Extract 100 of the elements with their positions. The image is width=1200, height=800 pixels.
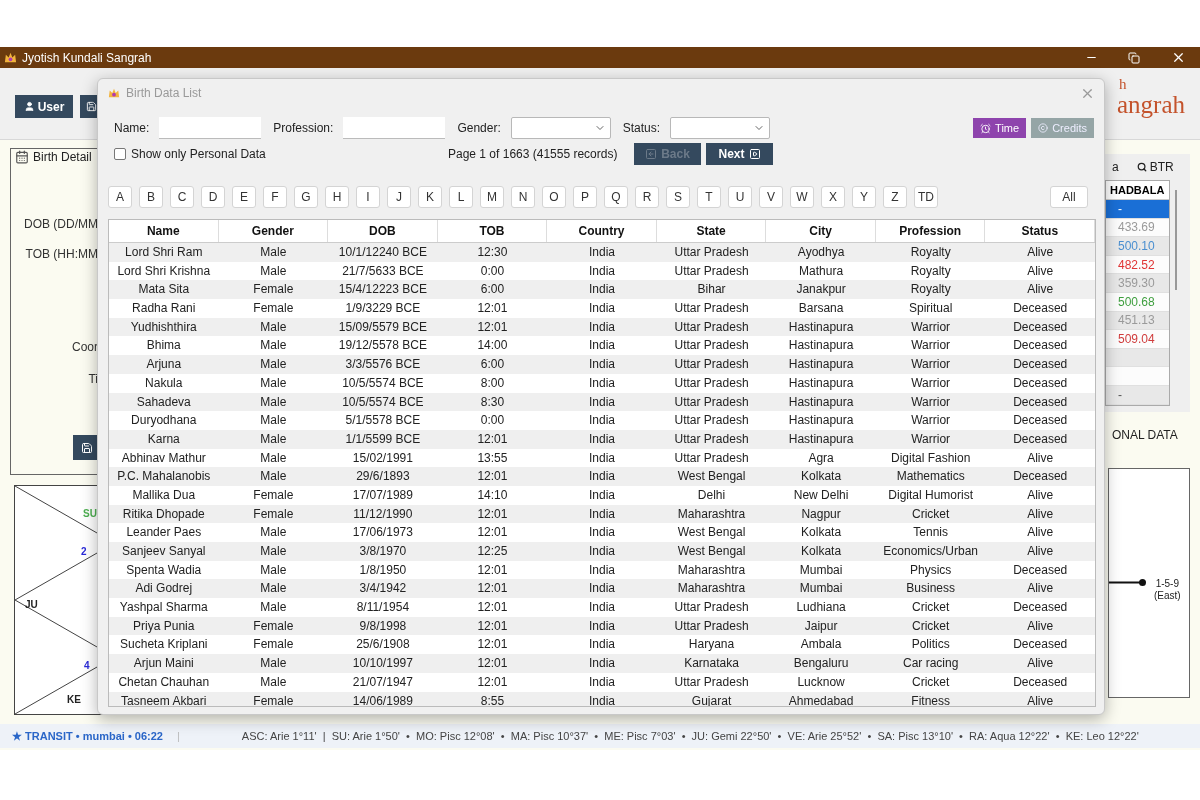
letter-filter-button[interactable]: Y xyxy=(852,186,876,208)
tab[interactable]: BTR xyxy=(1136,158,1174,176)
column-header[interactable]: Profession xyxy=(875,220,986,242)
table-cell-text: Arjun Maini xyxy=(132,655,195,673)
letter-filter-button[interactable]: U xyxy=(728,186,752,208)
table-cell-text: Uttar Pradesh xyxy=(673,412,750,430)
column-header[interactable]: Country xyxy=(547,220,657,242)
table-cell-text: Male xyxy=(259,561,288,579)
column-header[interactable]: TOB xyxy=(437,220,548,242)
logo-text: h xyxy=(1118,76,1127,92)
table-cell-text: 8:55 xyxy=(479,692,506,706)
letter-filter-button[interactable]: A xyxy=(108,186,132,208)
checkbox-label: Show only Personal Data xyxy=(131,146,266,163)
letter-filter-button[interactable]: I xyxy=(356,186,380,208)
checkbox[interactable] xyxy=(114,148,126,160)
letter-filter-button[interactable]: G xyxy=(294,186,318,208)
table-cell-text: Lord Shri Ram xyxy=(124,244,204,261)
letter-filter-button[interactable]: Z xyxy=(883,186,907,208)
save-icon xyxy=(86,101,97,112)
table-cell-text: India xyxy=(587,692,616,706)
letter-filter-button[interactable]: P xyxy=(573,186,597,208)
table-cell-text: Alive xyxy=(1026,505,1055,523)
table-cell-text: Deceased xyxy=(1012,300,1069,318)
letter-filter-button[interactable]: F xyxy=(263,186,287,208)
table-cell-text: Radha Rani xyxy=(131,300,197,318)
letter-filter-button[interactable]: D xyxy=(201,186,225,208)
table-cell-text: 21/7/5633 BCE xyxy=(341,262,425,280)
table-cell-text: 12:01 xyxy=(476,318,509,336)
table-cell-text: Uttar Pradesh xyxy=(673,449,750,467)
table-cell-text: 12:01 xyxy=(476,300,509,318)
table-cell-text: Male xyxy=(259,430,288,448)
table-cell-text: 17/07/1989 xyxy=(351,486,414,504)
all-button[interactable]: All xyxy=(1050,186,1088,208)
table-cell-text: Mathura xyxy=(798,262,845,280)
copyright-icon xyxy=(1038,123,1049,133)
table-cell-text: Lucknow xyxy=(796,673,846,691)
letter-filter-button[interactable]: B xyxy=(139,186,163,208)
table-cell-text: India xyxy=(587,673,616,691)
letter-filter-button[interactable]: T xyxy=(697,186,721,208)
letter-filter-button[interactable]: E xyxy=(232,186,256,208)
table-cell-text: India xyxy=(587,393,616,411)
column-header[interactable]: Gender xyxy=(218,220,329,242)
table-cell-text: Sahadeva xyxy=(135,393,192,411)
next-button[interactable]: Next xyxy=(706,143,773,165)
close-icon[interactable] xyxy=(1171,50,1186,65)
letter-filter-button[interactable]: M xyxy=(480,186,504,208)
table-cell-text: Male xyxy=(259,262,288,280)
table-cell-text: Alive xyxy=(1026,281,1055,299)
letter-filter-button[interactable]: X xyxy=(821,186,845,208)
table-cell-text: India xyxy=(587,636,616,654)
select-field[interactable] xyxy=(670,117,771,139)
select-field[interactable] xyxy=(510,117,611,139)
column-header[interactable]: City xyxy=(766,220,876,242)
table-cell-text: Uttar Pradesh xyxy=(673,356,750,374)
letter-filter-button[interactable]: K xyxy=(418,186,442,208)
table-cell-text: India xyxy=(587,449,616,467)
alarm-clock-icon xyxy=(980,122,992,134)
table-cell-text: India xyxy=(587,430,616,448)
table-cell-text: Female xyxy=(252,300,295,318)
letter-filter-button[interactable]: Q xyxy=(604,186,628,208)
letter-filter-button[interactable]: TD xyxy=(914,186,938,208)
letter-filter-button[interactable]: V xyxy=(759,186,783,208)
table-cell-text: India xyxy=(587,486,616,504)
letter-filter-button[interactable]: L xyxy=(449,186,473,208)
column-header[interactable]: DOB xyxy=(328,220,438,242)
user-button[interactable]: User xyxy=(15,95,73,118)
letter-filter-button[interactable]: R xyxy=(635,186,659,208)
column-header[interactable]: State xyxy=(656,220,767,242)
table-cell-text: Royalty xyxy=(909,244,952,261)
text-field[interactable] xyxy=(159,117,262,139)
table-cell-text: India xyxy=(587,300,616,318)
letter-filter-button[interactable]: W xyxy=(790,186,814,208)
play-icon xyxy=(748,148,761,160)
letter-filter-button[interactable]: H xyxy=(325,186,349,208)
letter-filter-button[interactable]: J xyxy=(387,186,411,208)
table-cell-text: Bihar xyxy=(696,281,727,299)
filter-label: Profession: xyxy=(273,120,334,137)
text-field[interactable] xyxy=(343,117,446,139)
column-header[interactable]: Name xyxy=(109,220,219,242)
letter-filter-button[interactable]: O xyxy=(542,186,566,208)
tab[interactable]: a xyxy=(1112,158,1119,176)
column-header[interactable]: Status xyxy=(985,220,1095,242)
time-button[interactable]: Time xyxy=(973,118,1027,138)
table-cell-text: Tasneem Akbari xyxy=(120,692,208,706)
restore-icon[interactable] xyxy=(1128,51,1140,64)
chart-label: SU xyxy=(83,507,97,521)
table-cell-text: Mumbai xyxy=(798,561,844,579)
table-cell-text: Digital Humorist xyxy=(887,486,974,504)
letter-filter-button[interactable]: N xyxy=(511,186,535,208)
letter-filter-button[interactable]: C xyxy=(170,186,194,208)
table-row[interactable]: - xyxy=(1106,200,1169,219)
letter-filter-button[interactable]: S xyxy=(666,186,690,208)
table-cell-text: Male xyxy=(259,412,288,430)
table-cell-text: India xyxy=(587,244,616,261)
chart-label: (East) xyxy=(1154,589,1181,602)
table-cell-text: Maharashtra xyxy=(676,505,747,523)
table-cell-text: 8:30 xyxy=(479,393,506,411)
section-label: ONAL DATA xyxy=(1112,426,1179,444)
table-cell-text: Alive xyxy=(1026,262,1055,280)
table-cell-text: Female xyxy=(252,692,295,706)
